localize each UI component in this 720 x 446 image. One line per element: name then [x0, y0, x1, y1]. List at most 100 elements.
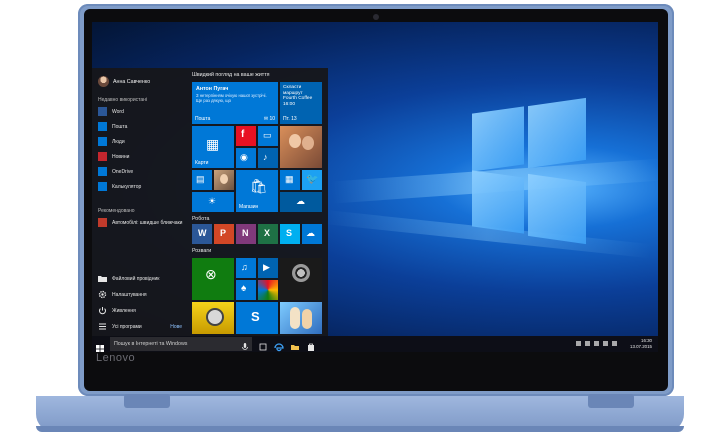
start-menu-left-column: Анна Савченко Недавно використані Word П…	[92, 68, 184, 336]
most-used-header: Недавно використані	[98, 97, 148, 103]
wallpaper-window-logo	[472, 170, 524, 234]
film-icon: ▶	[263, 262, 270, 272]
power-item[interactable]: Живлення	[98, 304, 136, 317]
camera-tile[interactable]: ◉	[236, 148, 256, 168]
photo-tile[interactable]	[214, 170, 234, 190]
person-photo	[220, 174, 228, 184]
avatar[interactable]	[98, 76, 109, 87]
maps-tile[interactable]: ▦ Карти	[192, 126, 234, 168]
mail-icon: ✉	[263, 116, 269, 122]
menu-item-label: Усі програми	[112, 323, 142, 330]
calculator-tile[interactable]: ▦	[280, 170, 300, 190]
news-tile[interactable]: ▤	[192, 170, 212, 190]
taskbar: Пошук в Інтернеті та Windows 16:30 13.07…	[92, 336, 658, 352]
tile-label: Карти	[195, 160, 209, 166]
excel-tile[interactable]: X	[258, 224, 278, 244]
app-item-cars-game[interactable]: Автомобілі: швидше ближчаки	[98, 216, 182, 229]
xbox-tile[interactable]: ⊗	[192, 258, 234, 300]
store-tile[interactable]: 🛍 Магазин	[236, 170, 278, 212]
app-item-news[interactable]: Новини	[98, 150, 129, 163]
task-view-icon[interactable]	[258, 339, 268, 351]
settings-item[interactable]: Налаштування	[98, 288, 147, 301]
battery-icon[interactable]	[612, 341, 617, 346]
laptop-base-edge	[36, 426, 684, 432]
minions-tile[interactable]	[192, 302, 234, 334]
shazam-tile[interactable]: S	[236, 302, 278, 334]
volume-icon[interactable]	[603, 341, 608, 346]
app-item-calculator[interactable]: Калькулятор	[98, 180, 141, 193]
mail-count: ✉ 10	[264, 116, 275, 122]
calculator-icon: ▦	[285, 174, 294, 184]
user-name[interactable]: Анна Савченко	[113, 79, 150, 85]
flipboard-tile[interactable]: f	[236, 126, 256, 146]
onedrive-work-tile[interactable]: ☁	[302, 224, 322, 244]
mail-preview: З нетерпінням очікую нашої зустрічі. Ще …	[196, 93, 267, 103]
cards-icon: ♠	[241, 283, 247, 294]
tile-label: Пошта	[195, 116, 211, 122]
mail-icon	[98, 122, 107, 131]
mail-sender: Антон Пугач	[196, 86, 229, 92]
calculator-icon	[98, 182, 107, 191]
word-tile[interactable]: W	[192, 224, 212, 244]
minion-icon	[206, 308, 224, 326]
right-hinge	[588, 394, 634, 408]
windows-start-button[interactable]	[96, 340, 104, 352]
movies-tile[interactable]: ▶	[258, 258, 278, 278]
webcam	[373, 14, 379, 20]
edge-browser-icon[interactable]	[274, 339, 284, 352]
clock[interactable]: 16:30 13.07.2015	[630, 338, 652, 349]
skype-tile[interactable]: S	[280, 224, 300, 244]
tile-label: Пт. 13	[283, 116, 297, 122]
menu-item-label: Налаштування	[112, 291, 147, 298]
music-tile[interactable]: ♪	[258, 148, 278, 168]
weather-tile[interactable]: ☀	[192, 192, 234, 212]
twitter-tile[interactable]: 🐦	[302, 170, 322, 190]
onedrive-icon: ☁	[296, 196, 305, 206]
chevron-up-icon[interactable]	[576, 341, 581, 346]
groove-tile[interactable]: ♫	[236, 258, 256, 278]
file-explorer-icon[interactable]	[290, 339, 300, 350]
app-item-mail[interactable]: Пошта	[98, 120, 127, 133]
onenote-tile[interactable]: N	[236, 224, 256, 244]
app-item-label: OneDrive	[112, 168, 134, 175]
powerpoint-tile[interactable]: P	[214, 224, 234, 244]
disney-tile[interactable]	[280, 302, 322, 334]
app-item-onedrive[interactable]: OneDrive	[98, 165, 133, 178]
all-apps-item[interactable]: Усі програми Нове	[98, 320, 182, 333]
halo-tile[interactable]	[280, 258, 322, 300]
app-item-label: Word	[112, 108, 124, 115]
file-explorer-item[interactable]: Файловий провідник	[98, 272, 159, 285]
lenovo-logo: Lenovo	[96, 352, 136, 364]
flipboard-icon: f	[241, 129, 245, 140]
onedrive-tile[interactable]: ☁	[280, 192, 322, 212]
app-item-people[interactable]: Люди	[98, 135, 125, 148]
solitaire-tile[interactable]: ♠	[236, 280, 256, 300]
wifi-icon[interactable]	[594, 341, 599, 346]
store-icon[interactable]	[306, 339, 316, 351]
music-icon: ♪	[263, 152, 268, 162]
maps-icon: ▦	[206, 136, 220, 152]
headphones-icon: ♫	[241, 262, 248, 272]
app-item-label: Новини	[112, 153, 130, 160]
microphone-icon[interactable]	[240, 339, 250, 350]
power-icon	[98, 306, 107, 315]
paint-tile[interactable]	[258, 280, 278, 300]
tile-group-header: Розваги	[192, 248, 212, 254]
app-item-label: Калькулятор	[112, 183, 142, 190]
mail-tile[interactable]: Антон Пугач З нетерпінням очікую нашої з…	[192, 82, 278, 124]
people-tile[interactable]	[280, 126, 322, 168]
character-icon	[290, 307, 300, 329]
clock-date: 13.07.2015	[630, 343, 652, 349]
weather-icon: ☀	[208, 196, 217, 206]
menu-item-label: Живлення	[112, 307, 136, 314]
notifications-icon[interactable]	[585, 341, 590, 346]
character-icon	[302, 309, 312, 329]
twitter-icon: 🐦	[306, 174, 319, 185]
tile-label: Магазин	[239, 204, 259, 210]
app-item-word[interactable]: Word	[98, 105, 124, 118]
skype-icon: S	[286, 228, 293, 238]
search-placeholder: Пошук в Інтернеті та Windows	[114, 341, 188, 347]
calendar-tile[interactable]: Скласти маршрут Fourth Coffee 16:00 Пт. …	[280, 82, 322, 124]
calendar-event-time: 16:00	[283, 101, 296, 107]
feedback-tile[interactable]: ▭	[258, 126, 278, 146]
